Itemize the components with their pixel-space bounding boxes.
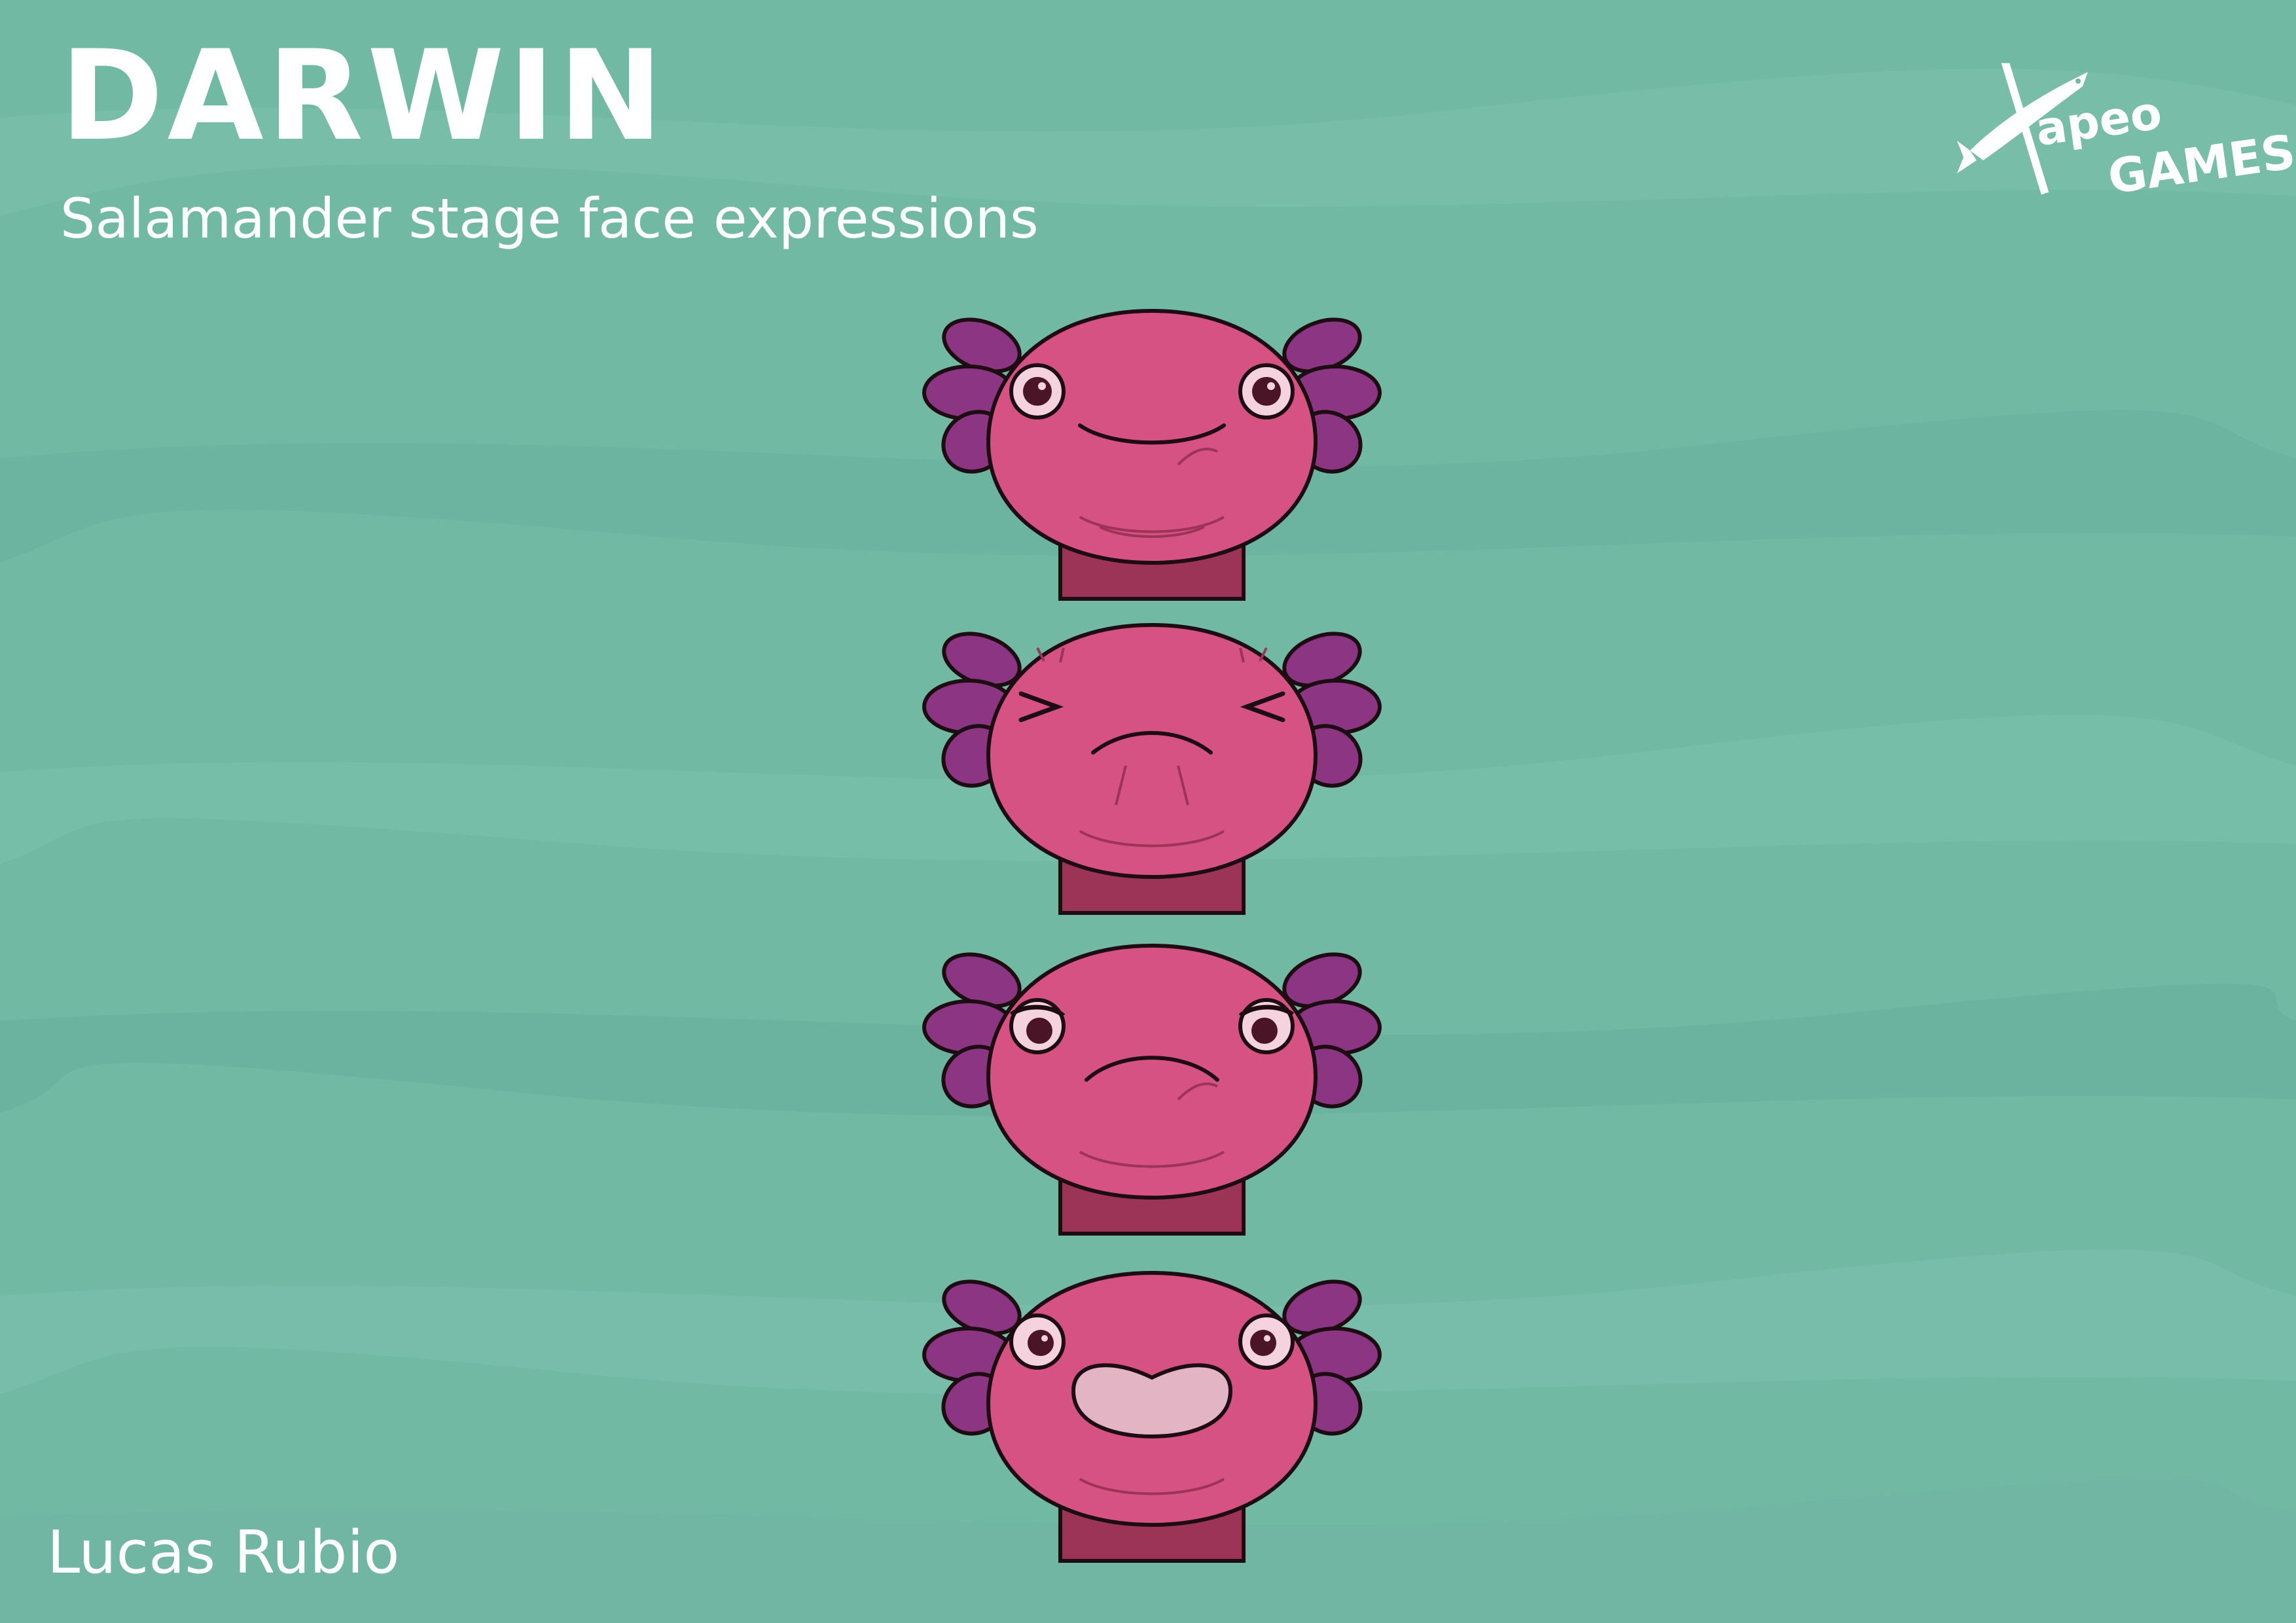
author-credit: Lucas Rubio	[47, 1518, 400, 1587]
axolotl-face-annoyed	[922, 943, 1382, 1236]
right-eye-icon	[1238, 1313, 1295, 1370]
mouth-grin-icon	[1071, 1363, 1233, 1439]
right-eye-icon	[1238, 998, 1295, 1054]
page-subtitle: Salamander stage face expressions	[60, 187, 1039, 251]
right-eye-icon	[1238, 363, 1295, 419]
studio-logo: apeo GAMES	[1957, 52, 2296, 223]
left-eye-icon	[1009, 363, 1066, 419]
left-eye-icon	[1009, 1313, 1066, 1370]
left-eye-icon	[1009, 998, 1066, 1054]
axolotl-face-squint	[922, 622, 1382, 915]
head	[986, 308, 1318, 565]
axolotl-face-grin	[922, 1270, 1382, 1563]
page-title: DARWIN	[60, 24, 667, 168]
axolotl-face-smile	[922, 308, 1382, 601]
